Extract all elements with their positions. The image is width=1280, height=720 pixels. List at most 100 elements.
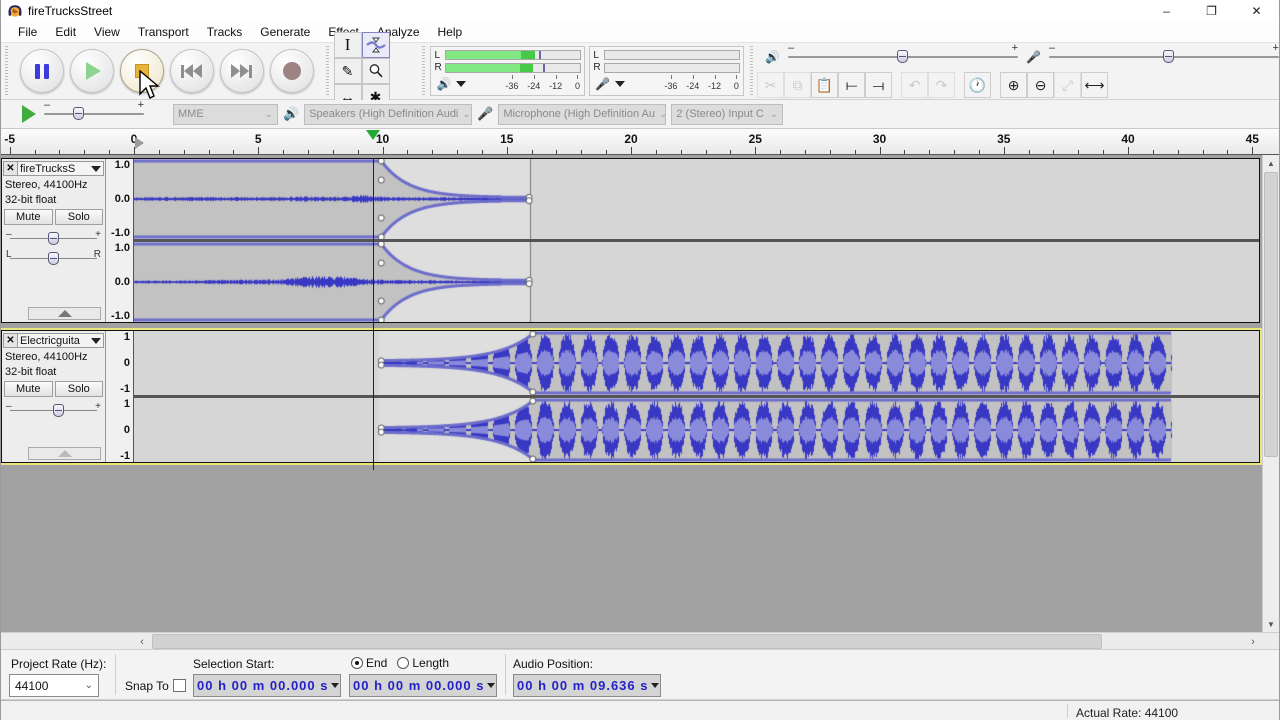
- output-device-select[interactable]: Speakers (High Definition Audi ⌄: [304, 103, 473, 125]
- silence-audio-button[interactable]: ⟞: [865, 72, 893, 98]
- menu-item-generate[interactable]: Generate: [251, 23, 319, 41]
- menu-item-view[interactable]: View: [85, 23, 129, 41]
- close-button[interactable]: ✕: [1234, 0, 1279, 22]
- pan-thumb[interactable]: [47, 252, 59, 265]
- draw-tool-button[interactable]: ✎: [333, 58, 362, 84]
- sync-lock-button[interactable]: 🕐: [964, 72, 992, 98]
- selection-end-field[interactable]: 00 h 00 m 00.000 s: [349, 674, 497, 697]
- vertical-scale-ruler[interactable]: 1.0 0.0 -1.0 1.0 0.0 -1.0: [106, 159, 134, 322]
- solo-button[interactable]: Solo: [54, 209, 103, 225]
- waveform-channel-right[interactable]: [134, 242, 1259, 322]
- input-volume-slider[interactable]: – +: [1048, 42, 1279, 65]
- chevron-down-icon[interactable]: [615, 81, 626, 88]
- track-close-button[interactable]: ✕: [3, 161, 18, 176]
- output-volume-slider[interactable]: – +: [788, 42, 1019, 65]
- chevron-down-icon[interactable]: [456, 81, 467, 88]
- track-name-menu[interactable]: fireTrucksS: [18, 161, 104, 176]
- redo-button[interactable]: ↷: [928, 72, 956, 98]
- menu-item-help[interactable]: Help: [429, 23, 472, 41]
- playhead-triangle-icon[interactable]: [366, 130, 381, 140]
- copy-button[interactable]: ⧉: [784, 72, 812, 98]
- play-button[interactable]: [69, 49, 114, 93]
- undo-button[interactable]: ↶: [901, 72, 929, 98]
- length-radio[interactable]: Length: [397, 656, 449, 670]
- zoom-tool-button[interactable]: [361, 58, 390, 84]
- track-bitdepth-text: 32-bit float: [5, 366, 57, 378]
- audio-position-field[interactable]: 00 h 00 m 09.636 s: [513, 674, 661, 697]
- pan-slider[interactable]: LR: [6, 249, 101, 265]
- end-radio[interactable]: End: [351, 656, 387, 670]
- scroll-left-icon[interactable]: ‹: [134, 633, 150, 650]
- horizontal-scroll-thumb[interactable]: [152, 634, 1102, 649]
- input-device-select[interactable]: Microphone (High Definition Au⌄: [498, 103, 667, 125]
- playback-speed-thumb[interactable]: [73, 107, 84, 120]
- input-volume-thumb[interactable]: [1162, 50, 1174, 63]
- horizontal-scrollbar[interactable]: ‹ ›: [1, 632, 1279, 650]
- output-volume-thumb[interactable]: [897, 50, 909, 63]
- menu-item-edit[interactable]: Edit: [46, 23, 85, 41]
- track-collapse-button[interactable]: [28, 447, 101, 460]
- track-collapse-button[interactable]: [28, 307, 101, 320]
- selection-start-field[interactable]: 00 h 00 m 00.000 s: [193, 674, 341, 697]
- ruler-label: 30: [872, 132, 887, 146]
- menu-item-tracks[interactable]: Tracks: [198, 23, 252, 41]
- chevron-down-icon[interactable]: [331, 683, 340, 688]
- menu-item-file[interactable]: File: [9, 23, 46, 41]
- actual-rate-text: Actual Rate: 44100: [1076, 706, 1179, 720]
- meter-toolbar-grip[interactable]: [419, 46, 427, 96]
- fit-selection-button[interactable]: ⤢: [1054, 72, 1082, 98]
- zoom-in-button[interactable]: ⊕: [1000, 72, 1028, 98]
- mixer-toolbar-grip[interactable]: [748, 46, 756, 96]
- waveform-display[interactable]: [134, 331, 1259, 462]
- play-at-speed-button[interactable]: [22, 105, 36, 123]
- recording-meter[interactable]: L R 🎤 -36 -24 -12 0: [589, 46, 745, 96]
- minimize-button[interactable]: –: [1144, 0, 1189, 22]
- vertical-scrollbar[interactable]: ▲ ▼: [1262, 155, 1279, 632]
- cut-button[interactable]: ✂: [757, 72, 785, 98]
- timeline-ruler[interactable]: -5 0 5 10 15 20 25 30 35 40 45: [1, 129, 1279, 155]
- fit-project-button[interactable]: ⟷: [1081, 72, 1109, 98]
- audio-host-select[interactable]: MME ⌄: [173, 103, 278, 125]
- solo-button[interactable]: Solo: [54, 381, 103, 397]
- gain-slider[interactable]: – +: [6, 401, 101, 417]
- input-channels-select[interactable]: 2 (Stereo) Input C ⌄: [671, 103, 784, 125]
- record-button[interactable]: [269, 49, 314, 93]
- snap-to-checkbox[interactable]: [173, 679, 186, 692]
- envelope-tool-button[interactable]: [361, 32, 390, 58]
- scroll-up-icon[interactable]: ▲: [1263, 155, 1279, 171]
- gain-thumb[interactable]: [52, 404, 64, 417]
- pause-button[interactable]: [19, 49, 64, 93]
- vertical-scroll-thumb[interactable]: [1264, 172, 1278, 457]
- forward-button[interactable]: [219, 49, 264, 93]
- restore-button[interactable]: ❐: [1189, 0, 1234, 22]
- mixer-toolbar: 🔊 – + 🎤 – +: [757, 42, 1279, 71]
- waveform-display[interactable]: [134, 159, 1259, 322]
- chevron-down-icon[interactable]: [487, 683, 496, 688]
- scroll-down-icon[interactable]: ▼: [1263, 616, 1279, 632]
- selection-tool-button[interactable]: I: [333, 32, 362, 58]
- track-name-menu[interactable]: Electricguita: [18, 333, 104, 348]
- project-rate-select[interactable]: 44100 ⌄: [9, 674, 99, 697]
- waveform-channel-left[interactable]: [134, 159, 1259, 239]
- scroll-right-icon[interactable]: ›: [1245, 633, 1261, 650]
- tools-toolbar-grip[interactable]: [323, 46, 331, 96]
- trim-audio-button[interactable]: ⟝: [838, 72, 866, 98]
- waveform-channel-left[interactable]: [134, 331, 1259, 395]
- paste-button[interactable]: 📋: [811, 72, 839, 98]
- edit-cursor-marker: [135, 137, 144, 149]
- playback-speed-slider[interactable]: – +: [44, 99, 144, 122]
- mute-button[interactable]: Mute: [4, 209, 53, 225]
- microphone-icon: 🎤: [477, 106, 494, 121]
- rewind-button[interactable]: [169, 49, 214, 93]
- waveform-channel-right[interactable]: [134, 398, 1259, 462]
- track-close-button[interactable]: ✕: [3, 333, 18, 348]
- transport-toolbar-grip[interactable]: [3, 46, 10, 96]
- gain-slider[interactable]: – +: [6, 229, 101, 245]
- mute-button[interactable]: Mute: [4, 381, 53, 397]
- vertical-scale-ruler[interactable]: 1 0 -1 1 0 -1: [106, 331, 134, 462]
- zoom-out-button[interactable]: ⊖: [1027, 72, 1055, 98]
- chevron-down-icon[interactable]: [651, 683, 660, 688]
- gain-thumb[interactable]: [47, 232, 59, 245]
- menu-item-transport[interactable]: Transport: [129, 23, 198, 41]
- playback-meter[interactable]: L R 🔊 -36 -24 -12 0: [430, 46, 586, 96]
